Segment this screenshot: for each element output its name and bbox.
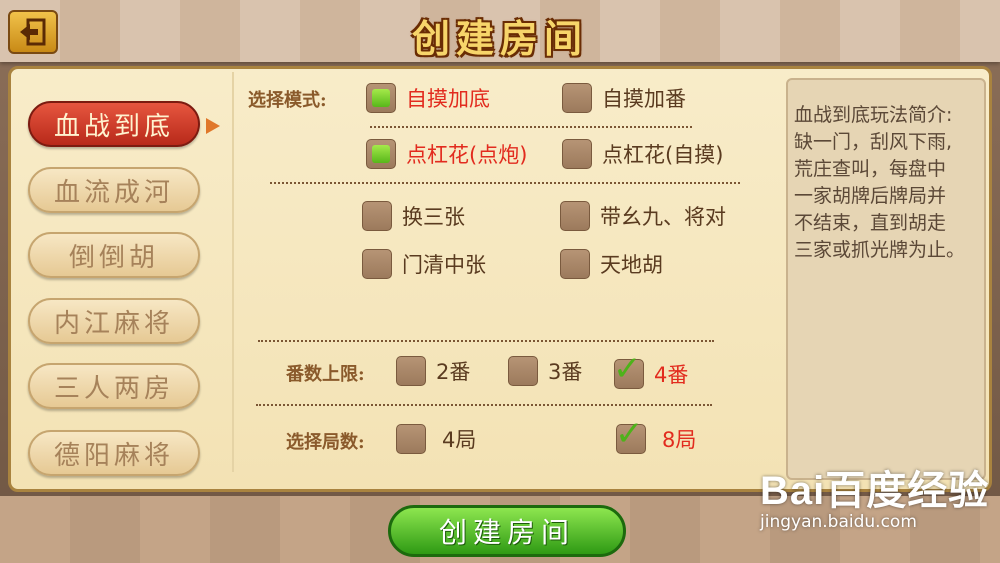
checkbox[interactable] [366,139,396,169]
checkbox[interactable] [560,201,590,231]
sidebar-item-sanren[interactable]: 三人两房 [28,363,200,409]
option-huansanzhang[interactable]: 换三张 [362,201,465,231]
baidu-logo: Bai百度经验 [760,469,990,513]
option-zimo-jiadi[interactable]: 自摸加底 [366,83,490,113]
option-daiyaojiu[interactable]: 带幺九、将对 [560,201,726,231]
option-rounds-8[interactable]: ✓ 8局 [615,417,696,454]
mode-label: 选择模式: [248,90,327,111]
fan-limit-label: 番数上限: [286,364,365,385]
option-zimo-jiafan[interactable]: 自摸加番 [562,83,686,113]
dotted-divider [370,126,692,128]
check-icon: ✓ [615,414,644,454]
checkbox[interactable] [396,356,426,386]
sidebar-item-xuezhan[interactable]: 血战到底 [28,101,200,147]
check-icon: ✓ [613,349,642,389]
checkbox[interactable] [562,83,592,113]
option-fan-3[interactable]: 3番 [508,356,582,386]
option-tiandihu[interactable]: 天地胡 [560,249,663,279]
checkbox[interactable] [562,139,592,169]
checkbox[interactable]: ✓ [615,417,646,454]
checkbox[interactable]: ✓ [613,352,644,389]
checkbox[interactable] [362,201,392,231]
rounds-label: 选择局数: [286,432,365,453]
sidebar-item-xueliu[interactable]: 血流成河 [28,167,200,213]
option-rounds-4[interactable]: 4局 [396,424,476,454]
checkbox[interactable] [362,249,392,279]
sidebar-item-daodaohu[interactable]: 倒倒胡 [28,232,200,278]
option-fan-4[interactable]: ✓ 4番 [613,352,688,389]
sidebar-item-neijiang[interactable]: 内江麻将 [28,298,200,344]
option-diangang-zimo[interactable]: 点杠花(自摸) [562,139,723,169]
active-arrow-icon [206,118,220,134]
option-fan-2[interactable]: 2番 [396,356,470,386]
checkbox[interactable] [366,83,396,113]
watermark: Bai百度经验 jingyan.baidu.com [760,458,989,532]
checkbox[interactable] [508,356,538,386]
dotted-divider [258,340,714,342]
option-diangang-dianpao[interactable]: 点杠花(点炮) [366,139,527,169]
sidebar-item-deyang[interactable]: 德阳麻将 [28,430,200,476]
rules-description: 血战到底玩法简介: 缺一门，刮风下雨, 荒庄查叫，每盘中 一家胡牌后牌局并 不结… [786,78,986,480]
checkbox[interactable] [396,424,426,454]
checkbox[interactable] [560,249,590,279]
sidebar-divider [232,72,234,472]
page-title: 创建房间 [411,16,588,61]
top-bar: 创建房间 [0,0,1000,62]
option-menqing[interactable]: 门清中张 [362,249,486,279]
create-room-button[interactable]: 创建房间 [388,505,626,557]
dotted-divider [270,182,740,184]
dotted-divider [256,404,712,406]
